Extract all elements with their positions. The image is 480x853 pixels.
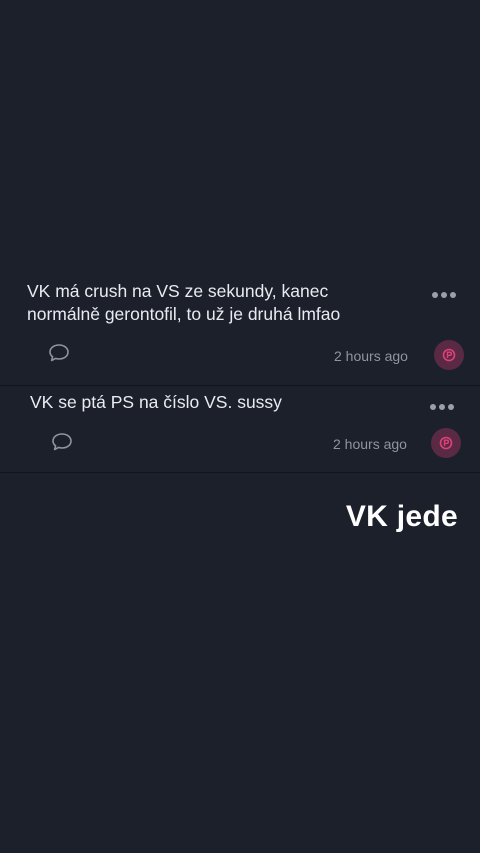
post-text: VK se ptá PS na číslo VS. sussy [30, 392, 282, 412]
post-timestamp: 2 hours ago [334, 348, 408, 364]
post-text: VK má crush na VS ze sekundy, kanec norm… [27, 281, 341, 324]
avatar-badge-icon [439, 436, 453, 450]
post-item: VK se ptá PS na číslo VS. sussy 2 hours … [0, 386, 480, 472]
more-dot [448, 404, 454, 410]
post-timestamp: 2 hours ago [333, 436, 407, 452]
comment-button[interactable] [51, 432, 73, 452]
comment-bubble-icon [49, 344, 69, 362]
comment-button[interactable] [48, 343, 70, 363]
more-options-button[interactable] [428, 400, 456, 414]
story-caption: VK jede [345, 500, 458, 533]
more-dot [430, 404, 436, 410]
more-dot [450, 292, 456, 298]
more-dot [441, 292, 447, 298]
more-dot [439, 404, 445, 410]
author-avatar[interactable] [434, 340, 464, 370]
comment-bubble-icon [52, 433, 72, 451]
avatar-badge-icon [442, 348, 456, 362]
author-avatar[interactable] [431, 428, 461, 458]
post-divider [0, 472, 480, 473]
post-item: VK má crush na VS ze sekundy, kanec norm… [0, 268, 480, 384]
more-options-button[interactable] [430, 288, 458, 302]
more-dot [432, 292, 438, 298]
